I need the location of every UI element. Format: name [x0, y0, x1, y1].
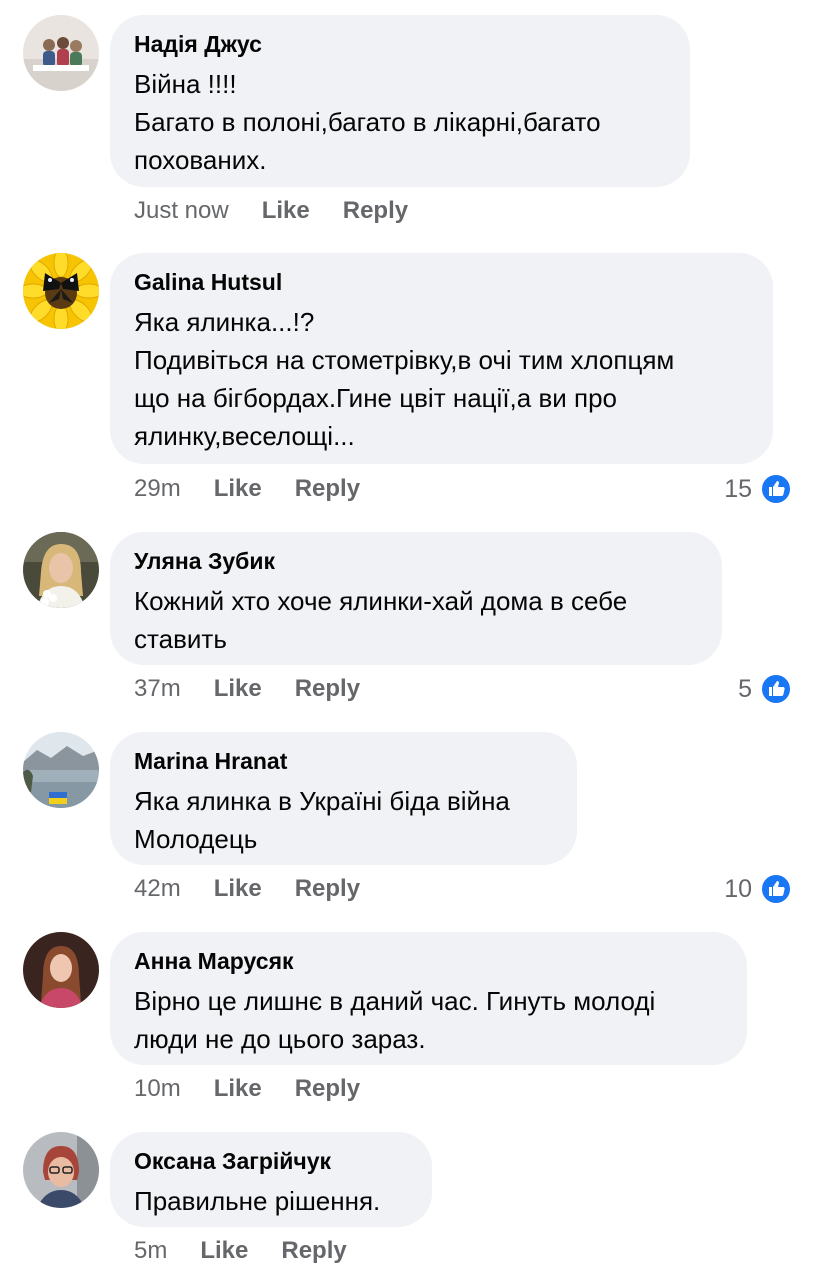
woman-glasses-avatar	[23, 1132, 99, 1208]
comment-text: Яка ялинка...!? Подивіться на стометрівк…	[134, 307, 675, 451]
comment-author[interactable]: Анна Марусяк	[134, 946, 723, 976]
comment-time[interactable]: 37m	[134, 675, 181, 703]
comment-time[interactable]: 29m	[134, 475, 181, 503]
reaction-summary[interactable]: 10	[724, 871, 792, 907]
reaction-summary[interactable]: 15	[724, 471, 792, 507]
comment-bubble: Marina Hranat Яка ялинка в Україні біда …	[110, 732, 577, 865]
comment-text: Війна !!!! Багато в полоні,багато в ліка…	[134, 69, 601, 175]
comment-text: Яка ялинка в Україні біда війна Молодець	[134, 786, 510, 854]
like-button[interactable]: Like	[262, 197, 310, 225]
family-photo-avatar	[23, 15, 99, 91]
avatar[interactable]	[23, 532, 99, 608]
like-button[interactable]: Like	[200, 1237, 248, 1265]
comment-bubble: Уляна Зубик Кожний хто хоче ялинки-хай д…	[110, 532, 722, 665]
like-button[interactable]: Like	[214, 875, 262, 903]
comment-author[interactable]: Marina Hranat	[134, 746, 553, 776]
reaction-summary[interactable]: 5	[738, 671, 792, 707]
comment-text: Правильне рішення.	[134, 1186, 381, 1216]
comment-actions: 29m Like Reply	[134, 471, 393, 507]
avatar[interactable]	[23, 253, 99, 329]
comment-time[interactable]: 10m	[134, 1075, 181, 1103]
avatar[interactable]	[23, 932, 99, 1008]
comment-actions: Just now Like Reply	[134, 193, 441, 229]
like-button[interactable]: Like	[214, 1075, 262, 1103]
like-button[interactable]: Like	[214, 475, 262, 503]
lake-landscape-avatar	[23, 732, 99, 808]
reply-button[interactable]: Reply	[295, 1075, 360, 1103]
thumbs-up-icon	[760, 673, 792, 705]
comment-actions: 42m Like Reply	[134, 871, 393, 907]
comment-actions: 37m Like Reply	[134, 671, 393, 707]
like-button[interactable]: Like	[214, 675, 262, 703]
comment-author[interactable]: Оксана Загрійчук	[134, 1146, 408, 1176]
comment-bubble: Galina Hutsul Яка ялинка...!? Подивіться…	[110, 253, 773, 464]
comment-bubble: Анна Марусяк Вірно це лишнє в даний час.…	[110, 932, 747, 1065]
girl-portrait-avatar	[23, 932, 99, 1008]
comment-text: Кожний хто хоче ялинки-хай дома в себе с…	[134, 586, 628, 654]
reply-button[interactable]: Reply	[295, 675, 360, 703]
comment-actions: 10m Like Reply	[134, 1071, 393, 1107]
avatar[interactable]	[23, 1132, 99, 1208]
comment-text: Вірно це лишнє в даний час. Гинуть молод…	[134, 986, 656, 1054]
reaction-count: 10	[724, 874, 752, 903]
comment-bubble: Надія Джус Війна !!!! Багато в полоні,ба…	[110, 15, 690, 187]
reaction-count: 5	[738, 674, 752, 703]
reply-button[interactable]: Reply	[343, 197, 408, 225]
reply-button[interactable]: Reply	[281, 1237, 346, 1265]
avatar[interactable]	[23, 732, 99, 808]
reaction-count: 15	[724, 474, 752, 503]
comment-actions: 5m Like Reply	[134, 1233, 380, 1269]
comment-time[interactable]: 42m	[134, 875, 181, 903]
comment-author[interactable]: Galina Hutsul	[134, 267, 749, 297]
reply-button[interactable]: Reply	[295, 475, 360, 503]
comment-time[interactable]: Just now	[134, 197, 229, 225]
thumbs-up-icon	[760, 873, 792, 905]
sunflower-butterfly-avatar	[23, 253, 99, 329]
comment-author[interactable]: Надія Джус	[134, 29, 666, 59]
comment-time[interactable]: 5m	[134, 1237, 167, 1265]
avatar[interactable]	[23, 15, 99, 91]
woman-portrait-avatar	[23, 532, 99, 608]
thumbs-up-icon	[760, 473, 792, 505]
comment-author[interactable]: Уляна Зубик	[134, 546, 698, 576]
reply-button[interactable]: Reply	[295, 875, 360, 903]
comment-bubble: Оксана Загрійчук Правильне рішення.	[110, 1132, 432, 1227]
